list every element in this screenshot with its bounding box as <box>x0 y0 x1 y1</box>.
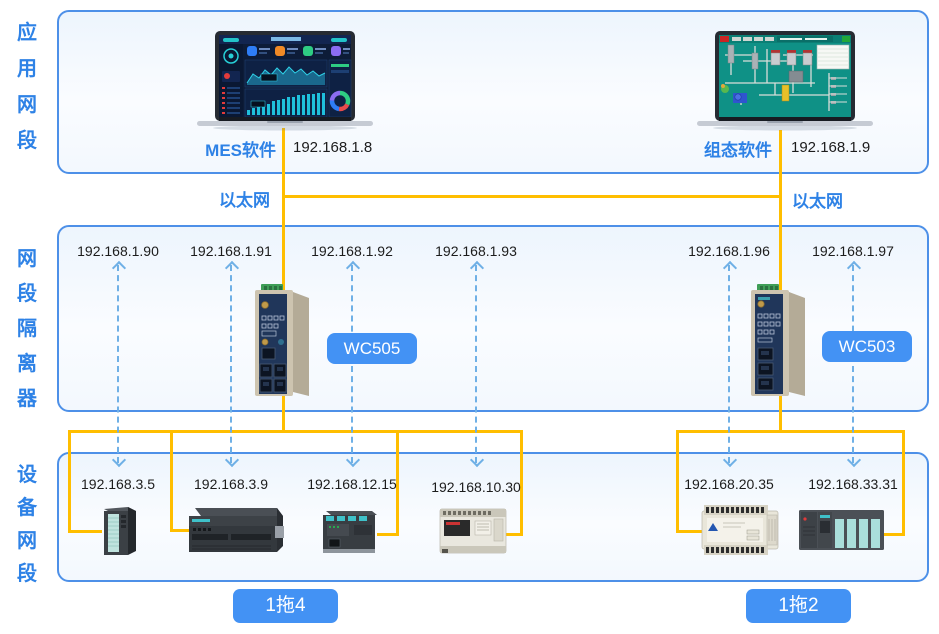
cable-stub-3 <box>377 533 399 536</box>
cable-ethernet-trunk <box>282 195 782 198</box>
wc505-model-badge: WC505 <box>327 333 417 364</box>
cable-bus-left <box>68 430 523 433</box>
wc503-model-badge: WC503 <box>822 331 912 362</box>
dashed-link-arrow-1 <box>117 265 119 463</box>
scada-laptop-image <box>697 31 873 131</box>
ethernet-label-right: 以太网 <box>792 187 843 212</box>
mitsubishi-q-rack-plc-icon <box>798 507 886 553</box>
group2-badge: 1拖2 <box>746 589 851 623</box>
dashed-link-arrow-2 <box>230 265 232 463</box>
wc505-lan-ip-2: 192.168.1.91 <box>176 243 286 259</box>
dashed-link-arrow-4 <box>475 265 477 463</box>
wc505-lan-ip-3: 192.168.1.92 <box>297 243 407 259</box>
device-ip-2: 192.168.3.9 <box>176 476 286 492</box>
wc505-lan-ip-1: 192.168.1.90 <box>63 243 173 259</box>
mes-ip: 192.168.1.8 <box>293 139 372 156</box>
dashed-link-arrow-6 <box>852 265 854 463</box>
wc505-isolator-image <box>251 284 315 404</box>
scada-software-label: 组态软件 <box>666 136 772 161</box>
device-ip-6: 192.168.33.31 <box>798 476 908 492</box>
mitsubishi-fx-plc-icon <box>439 505 509 557</box>
device-ip-1: 192.168.3.5 <box>63 476 173 492</box>
application-segment-title: 应用网段 <box>15 15 39 159</box>
mes-laptop-image <box>197 31 373 131</box>
wc503-lan-ip-1: 192.168.1.96 <box>674 243 784 259</box>
siemens-sm-module-plc-icon <box>98 503 140 557</box>
isolation-segment-title: 网段隔离器 <box>15 242 39 417</box>
cable-stub-1 <box>68 530 102 533</box>
group1-badge: 1拖4 <box>233 589 338 623</box>
dashed-link-arrow-5 <box>728 265 730 463</box>
siemens-s7-1200-plc-icon <box>320 509 380 555</box>
siemens-s7-200-plc-icon <box>187 506 285 556</box>
wc503-lan-ip-2: 192.168.1.97 <box>798 243 908 259</box>
cable-bus-right <box>676 430 905 433</box>
device-ip-5: 192.168.20.35 <box>674 476 784 492</box>
ethernet-label-left: 以太网 <box>195 186 270 211</box>
wc505-lan-ip-4: 192.168.1.93 <box>421 243 531 259</box>
mes-software-label: MES软件 <box>170 136 276 161</box>
device-ip-4: 192.168.10.30 <box>421 479 531 495</box>
delta-dvp-plc-icon <box>701 503 781 556</box>
network-topology-diagram: 应用网段 网段隔离器 设备网段 <box>0 0 939 634</box>
scada-ip: 192.168.1.9 <box>791 139 870 156</box>
dashed-link-arrow-3 <box>351 265 353 463</box>
device-segment-title: 设备网段 <box>15 459 39 591</box>
wc503-isolator-image <box>747 284 811 404</box>
device-ip-3: 192.168.12.15 <box>297 476 407 492</box>
